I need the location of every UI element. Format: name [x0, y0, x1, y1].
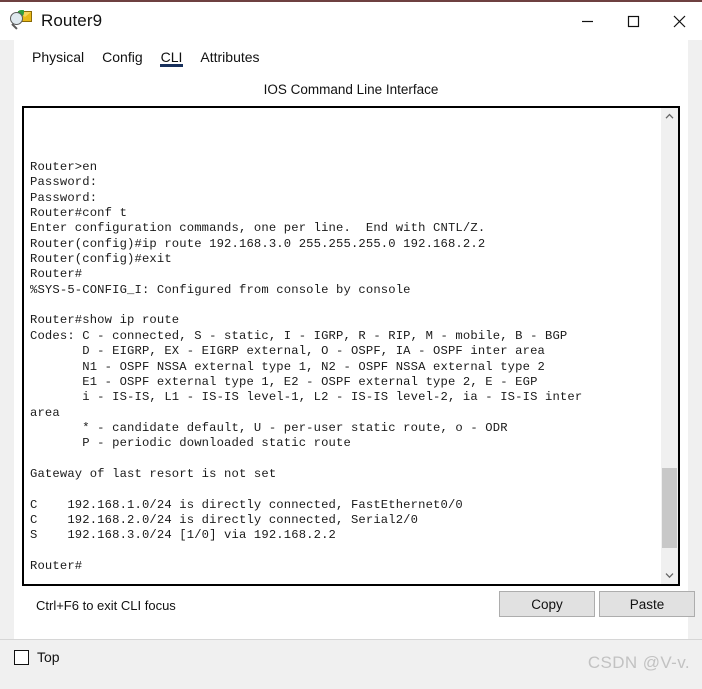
- top-checkbox-label: Top: [37, 649, 60, 665]
- router-magnifier-icon: [10, 10, 32, 32]
- top-checkbox[interactable]: [14, 649, 29, 665]
- close-icon[interactable]: [656, 2, 702, 40]
- tab-cli-label: CLI: [160, 49, 183, 65]
- bottom-bar: Top CSDN @V-v.: [0, 639, 702, 689]
- tab-physical-label: Physical: [32, 49, 85, 65]
- tab-physical[interactable]: Physical: [23, 40, 93, 74]
- tab-config[interactable]: Config: [93, 40, 151, 74]
- top-checkbox-group[interactable]: Top: [14, 649, 60, 665]
- terminal-scrollbar[interactable]: [660, 108, 678, 584]
- window-controls: [564, 2, 702, 40]
- terminal-output[interactable]: Router>en Password: Password: Router#con…: [24, 108, 660, 584]
- maximize-icon[interactable]: [610, 2, 656, 40]
- panel-footer: Ctrl+F6 to exit CLI focus Copy Paste: [14, 586, 695, 640]
- terminal-container[interactable]: Router>en Password: Password: Router#con…: [22, 106, 680, 586]
- tab-attributes-label: Attributes: [200, 49, 260, 65]
- chevron-up-icon[interactable]: [661, 108, 678, 125]
- panel-title: IOS Command Line Interface: [263, 82, 439, 97]
- scrollbar-thumb[interactable]: [662, 468, 677, 548]
- cli-window: Router9 Physical Config CLI Attributes I…: [0, 0, 702, 689]
- paste-button[interactable]: Paste: [599, 591, 695, 617]
- tab-config-label: Config: [102, 49, 143, 65]
- chevron-down-icon[interactable]: [661, 567, 678, 584]
- cli-panel: IOS Command Line Interface Router>en Pas…: [14, 74, 695, 640]
- copy-button[interactable]: Copy: [499, 591, 595, 617]
- title-bar: Router9: [0, 0, 702, 40]
- tab-cli[interactable]: CLI: [152, 40, 192, 74]
- active-tab-underline: [159, 64, 184, 67]
- tab-strip: Physical Config CLI Attributes: [0, 40, 702, 74]
- watermark: CSDN @V-v.: [587, 653, 690, 672]
- window-title: Router9: [41, 11, 103, 30]
- cli-focus-hint: Ctrl+F6 to exit CLI focus: [36, 598, 176, 613]
- tab-attributes[interactable]: Attributes: [191, 40, 268, 74]
- minimize-icon[interactable]: [564, 2, 610, 40]
